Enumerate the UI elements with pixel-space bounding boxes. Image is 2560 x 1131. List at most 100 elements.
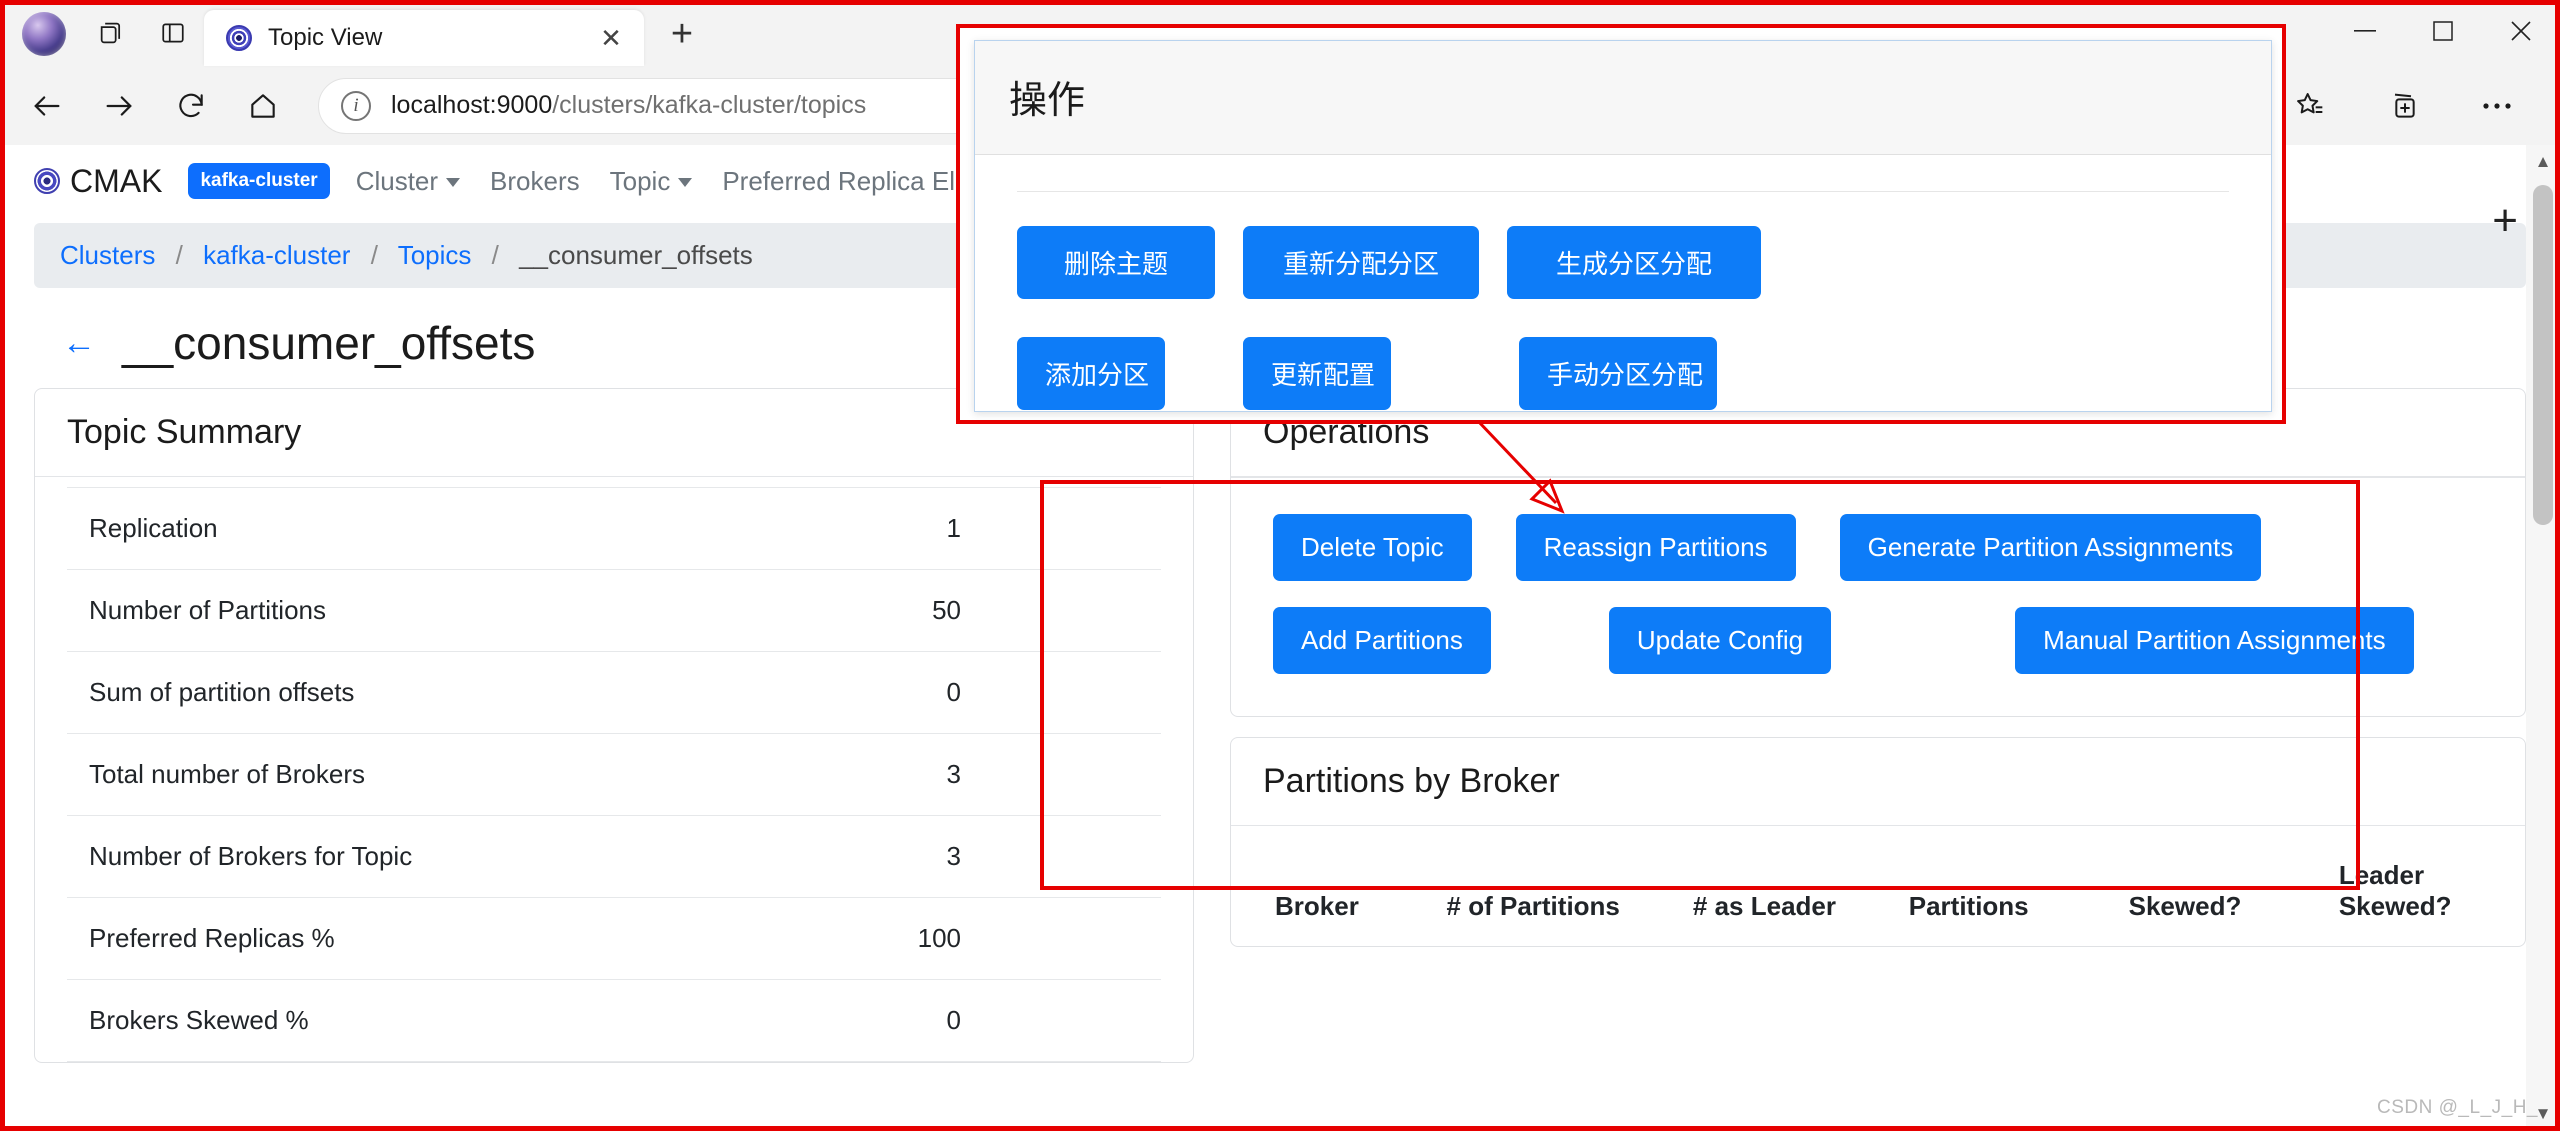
new-tab-button[interactable]: + <box>656 8 708 60</box>
forward-icon[interactable] <box>88 75 150 137</box>
watermark: CSDN @_L_J_H_ <box>2377 1097 2538 1118</box>
col-broker[interactable]: Broker <box>1263 836 1435 946</box>
topic-summary-card: Topic Summary Replication 1 Number of Pa… <box>34 388 1194 1063</box>
row-label: Number of Brokers for Topic <box>67 815 703 898</box>
table-row: Replication 1 <box>67 487 1161 570</box>
zh-add-partitions-button[interactable]: 添加分区 <box>1017 337 1165 410</box>
row-value: 3 <box>702 815 1161 898</box>
nav-item-topic[interactable]: Topic <box>610 166 693 197</box>
cmak-logo-icon <box>34 168 60 194</box>
nav-item-brokers[interactable]: Brokers <box>490 166 580 197</box>
breadcrumb-topics[interactable]: Topics <box>398 240 472 270</box>
favorites-icon[interactable] <box>2278 75 2340 137</box>
home-icon[interactable] <box>232 75 294 137</box>
zh-dialog-body: 删除主题 重新分配分区 生成分区分配 添加分区 更新配置 手动分区分配 <box>975 155 2271 446</box>
col-leader-skewed[interactable]: Leader Skewed? <box>2327 836 2493 946</box>
chevron-down-icon <box>446 178 461 188</box>
cmak-brand-label: CMAK <box>70 162 163 199</box>
zh-generate-partition-assignments-button[interactable]: 生成分区分配 <box>1507 226 1761 299</box>
table-row: Preferred Replicas % 100 <box>67 897 1161 980</box>
breadcrumb-kafka-cluster[interactable]: kafka-cluster <box>203 240 350 270</box>
zh-operations-dialog: 操作 删除主题 重新分配分区 生成分区分配 添加分区 更新配置 手动分区分配 <box>974 40 2272 412</box>
table-row: Sum of partition offsets 0 <box>67 651 1161 734</box>
tab-search-icon[interactable] <box>88 10 134 56</box>
table-row: Number of Brokers for Topic 3 <box>67 815 1161 898</box>
zh-dialog-divider <box>1017 191 2229 192</box>
callout-arrow <box>1476 419 1565 514</box>
sidebar-toggle-icon[interactable] <box>150 10 196 56</box>
operations-row-1: Delete Topic Reassign Partitions Generat… <box>1273 514 2483 581</box>
back-arrow-icon[interactable]: ← <box>62 326 96 360</box>
row-value: 1 <box>702 487 1161 570</box>
site-info-icon[interactable]: i <box>341 90 371 121</box>
maximize-icon[interactable] <box>2404 0 2482 62</box>
col-num-partitions[interactable]: # of Partitions <box>1435 836 1681 946</box>
zh-operations-row-1: 删除主题 重新分配分区 生成分区分配 <box>1017 226 2229 299</box>
cmak-brand[interactable]: CMAK <box>34 163 162 200</box>
minimize-icon[interactable] <box>2326 0 2404 62</box>
cluster-badge[interactable]: kafka-cluster <box>188 163 330 199</box>
screenshot-root: Topic View ✕ + i localhost:9000/clusters… <box>0 0 2560 1131</box>
zh-manual-partition-assignments-button[interactable]: 手动分区分配 <box>1519 337 1717 410</box>
row-label: Sum of partition offsets <box>67 651 703 734</box>
cmak-favicon <box>226 25 252 51</box>
table-header-row: Broker # of Partitions # as Leader Parti… <box>1263 836 2493 946</box>
refresh-icon[interactable] <box>160 75 222 137</box>
col-partitions[interactable]: Partitions <box>1897 836 2117 946</box>
table-row: Total number of Brokers 3 <box>67 733 1161 816</box>
annotation-frame-left <box>0 0 5 1131</box>
breadcrumb-sep-2: / <box>370 240 378 270</box>
collections-icon[interactable] <box>2372 75 2434 137</box>
col-num-as-leader[interactable]: # as Leader <box>1681 836 1897 946</box>
row-value: 50 <box>702 569 1161 652</box>
zh-dialog-title: 操作 <box>975 41 2271 155</box>
annotation-frame-bottom <box>0 1126 2560 1131</box>
scrollbar-thumb[interactable] <box>2533 185 2553 525</box>
sidebar-add-icon[interactable]: + <box>2492 196 2518 246</box>
breadcrumb-sep-3: / <box>491 240 499 270</box>
generate-partition-assignments-button[interactable]: Generate Partition Assignments <box>1839 514 2262 581</box>
row-label: Total number of Brokers <box>67 733 703 816</box>
zh-reassign-partitions-button[interactable]: 重新分配分区 <box>1243 226 1479 299</box>
breadcrumb-sep-1: / <box>175 240 183 270</box>
nav-item-cluster[interactable]: Cluster <box>356 166 461 197</box>
content-row: Topic Summary Replication 1 Number of Pa… <box>0 388 2560 1063</box>
url-path: /clusters/kafka-cluster/topics <box>552 91 867 119</box>
zh-delete-topic-button[interactable]: 删除主题 <box>1017 226 1215 299</box>
add-partitions-button[interactable]: Add Partitions <box>1273 607 1491 674</box>
row-value: 100 <box>702 897 1161 980</box>
back-icon[interactable] <box>16 75 78 137</box>
url-text: localhost:9000/clusters/kafka-cluster/to… <box>391 91 866 120</box>
update-config-button[interactable]: Update Config <box>1608 607 1832 674</box>
operations-row-2: Add Partitions Update Config Manual Part… <box>1273 607 2483 674</box>
row-label: Brokers Skewed % <box>67 979 703 1062</box>
manual-partition-assignments-button[interactable]: Manual Partition Assignments <box>2015 607 2414 674</box>
breadcrumb-current: __consumer_offsets <box>519 240 753 270</box>
row-label: Preferred Replicas % <box>67 897 703 980</box>
annotation-frame-top <box>0 0 2560 5</box>
annotation-frame-right <box>2555 0 2560 1131</box>
partitions-by-broker-table: Broker # of Partitions # as Leader Parti… <box>1263 836 2493 946</box>
partitions-by-broker-card: Partitions by Broker Broker # of Partiti… <box>1230 737 2526 947</box>
zh-update-config-button[interactable]: 更新配置 <box>1243 337 1391 410</box>
tab-title: Topic View <box>268 24 383 51</box>
partitions-by-broker-body: Broker # of Partitions # as Leader Parti… <box>1231 826 2525 946</box>
profile-avatar[interactable] <box>22 12 66 56</box>
close-icon[interactable]: ✕ <box>592 19 630 57</box>
zh-operations-row-2: 添加分区 更新配置 手动分区分配 <box>1017 337 2229 410</box>
table-row: Brokers Skewed % 0 <box>67 979 1161 1062</box>
browser-tab[interactable]: Topic View ✕ <box>204 10 644 66</box>
topic-summary-table: Replication 1 Number of Partitions 50 Su… <box>67 487 1161 1062</box>
col-skewed[interactable]: Skewed? <box>2117 836 2327 946</box>
table-row: Number of Partitions 50 <box>67 569 1161 652</box>
topic-summary-body: Replication 1 Number of Partitions 50 Su… <box>35 477 1193 1062</box>
nav-item-topic-label: Topic <box>609 165 671 196</box>
delete-topic-button[interactable]: Delete Topic <box>1273 514 1472 581</box>
breadcrumb-clusters[interactable]: Clusters <box>60 240 155 270</box>
settings-more-icon[interactable] <box>2466 75 2528 137</box>
row-value: 0 <box>702 979 1161 1062</box>
row-label: Replication <box>67 487 703 570</box>
window-close-icon[interactable] <box>2482 0 2560 62</box>
operations-column: Operations Delete Topic Reassign Partiti… <box>1230 388 2526 947</box>
partitions-by-broker-title: Partitions by Broker <box>1231 738 2525 826</box>
